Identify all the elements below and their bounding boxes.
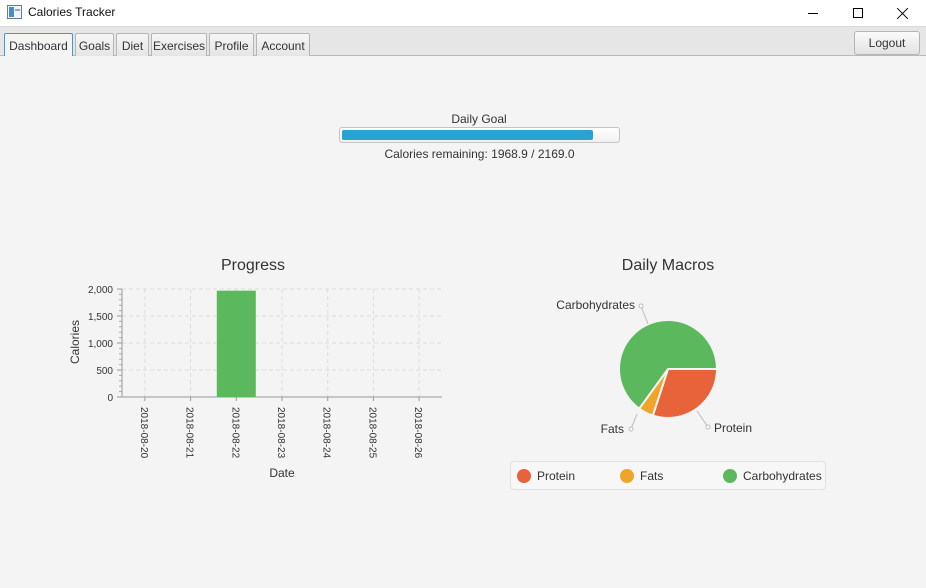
minimize-icon [808,12,818,14]
tab-goals[interactable]: Goals [75,33,114,57]
tab-bar: Dashboard Goals Diet Exercises Profile A… [0,26,926,58]
app-icon [7,5,22,19]
legend-label-protein: Protein [537,469,576,483]
tab-exercises[interactable]: Exercises [151,33,207,57]
daily-goal-label: Daily Goal [451,112,507,126]
protein-legend-swatch [517,469,531,483]
legend-item-fats: Fats [620,468,663,484]
legend-item-protein: Protein [517,468,575,484]
close-icon [897,7,909,19]
logout-button[interactable]: Logout [854,31,920,55]
dashboard-content: Daily Goal Calories remaining: 1968.9 / … [0,56,926,588]
daily-goal-progress-fill [342,130,594,140]
calories-remaining-text: Calories remaining: 1968.9 / 2169.0 [384,147,575,161]
macros-chart-title: Daily Macros [621,257,715,274]
legend-label-fats: Fats [640,469,664,483]
progress-chart-title: Progress [220,257,286,274]
tab-diet[interactable]: Diet [116,33,149,57]
daily-goal-progress-bar [339,127,620,143]
maximize-button[interactable] [835,0,881,26]
fats-legend-swatch [620,469,634,483]
minimize-button[interactable] [790,0,836,26]
carbohydrates-legend-swatch [723,469,737,483]
tab-account[interactable]: Account [256,33,310,57]
legend-item-carbohydrates: Carbohydrates [723,468,822,484]
macros-legend: Protein Fats Carbohydrates [510,461,826,490]
maximize-icon [853,8,863,18]
close-button[interactable] [880,0,926,26]
tab-dashboard[interactable]: Dashboard [4,33,73,58]
tab-profile[interactable]: Profile [209,33,254,57]
title-bar: Calories Tracker [0,0,926,26]
window-title: Calories Tracker [28,5,116,19]
legend-label-carbohydrates: Carbohydrates [743,469,822,483]
